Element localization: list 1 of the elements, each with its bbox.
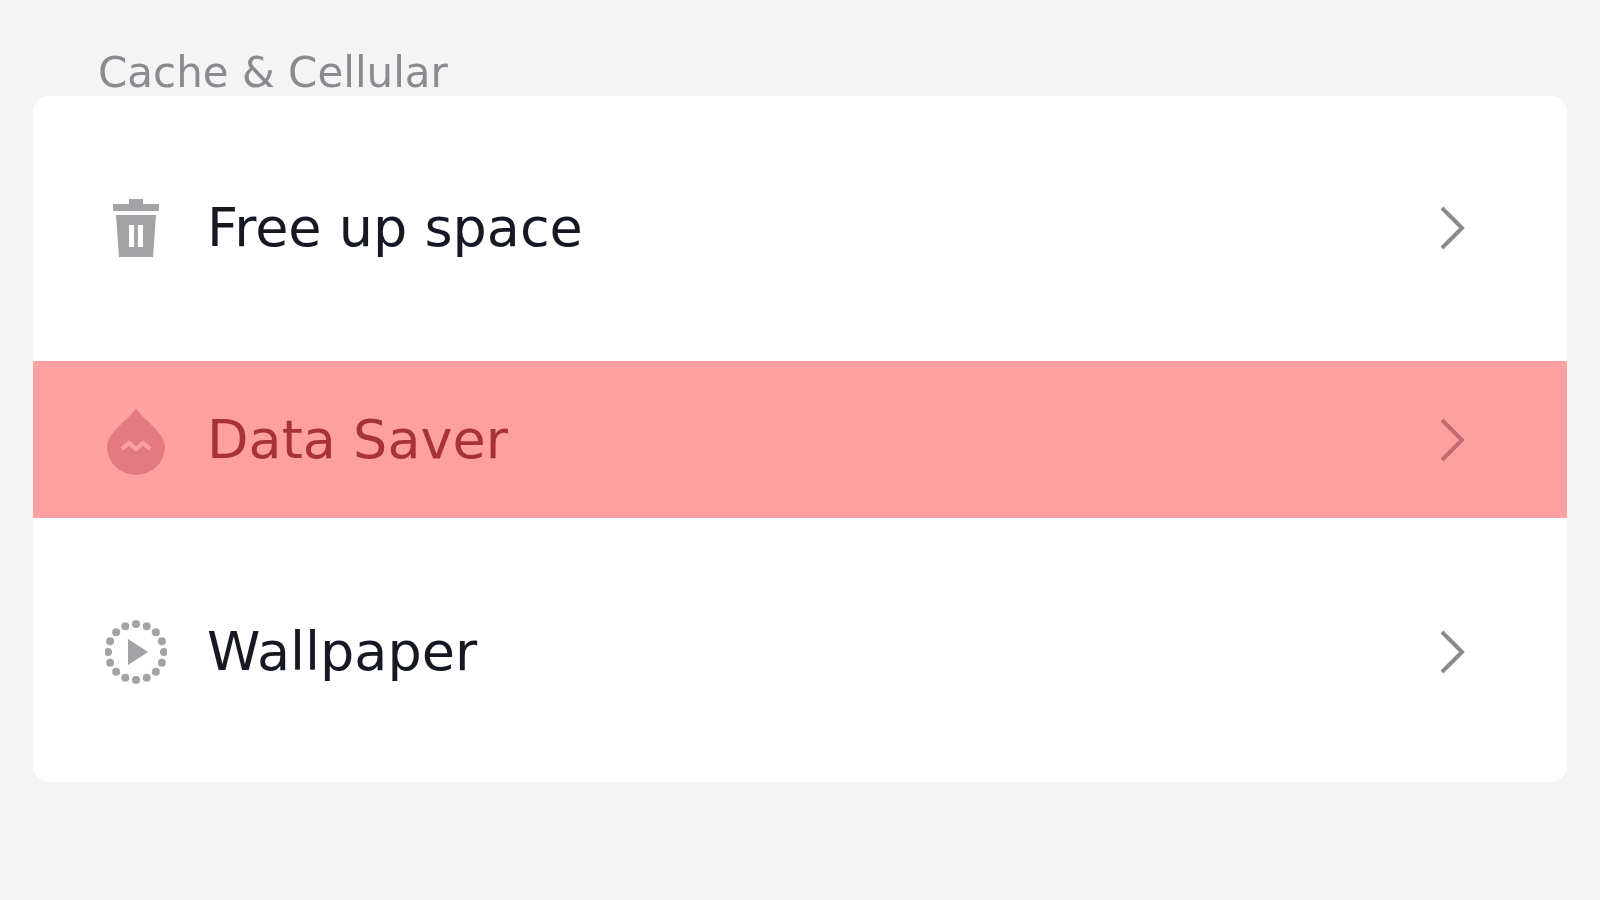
- section-title: Cache & Cellular: [98, 48, 448, 97]
